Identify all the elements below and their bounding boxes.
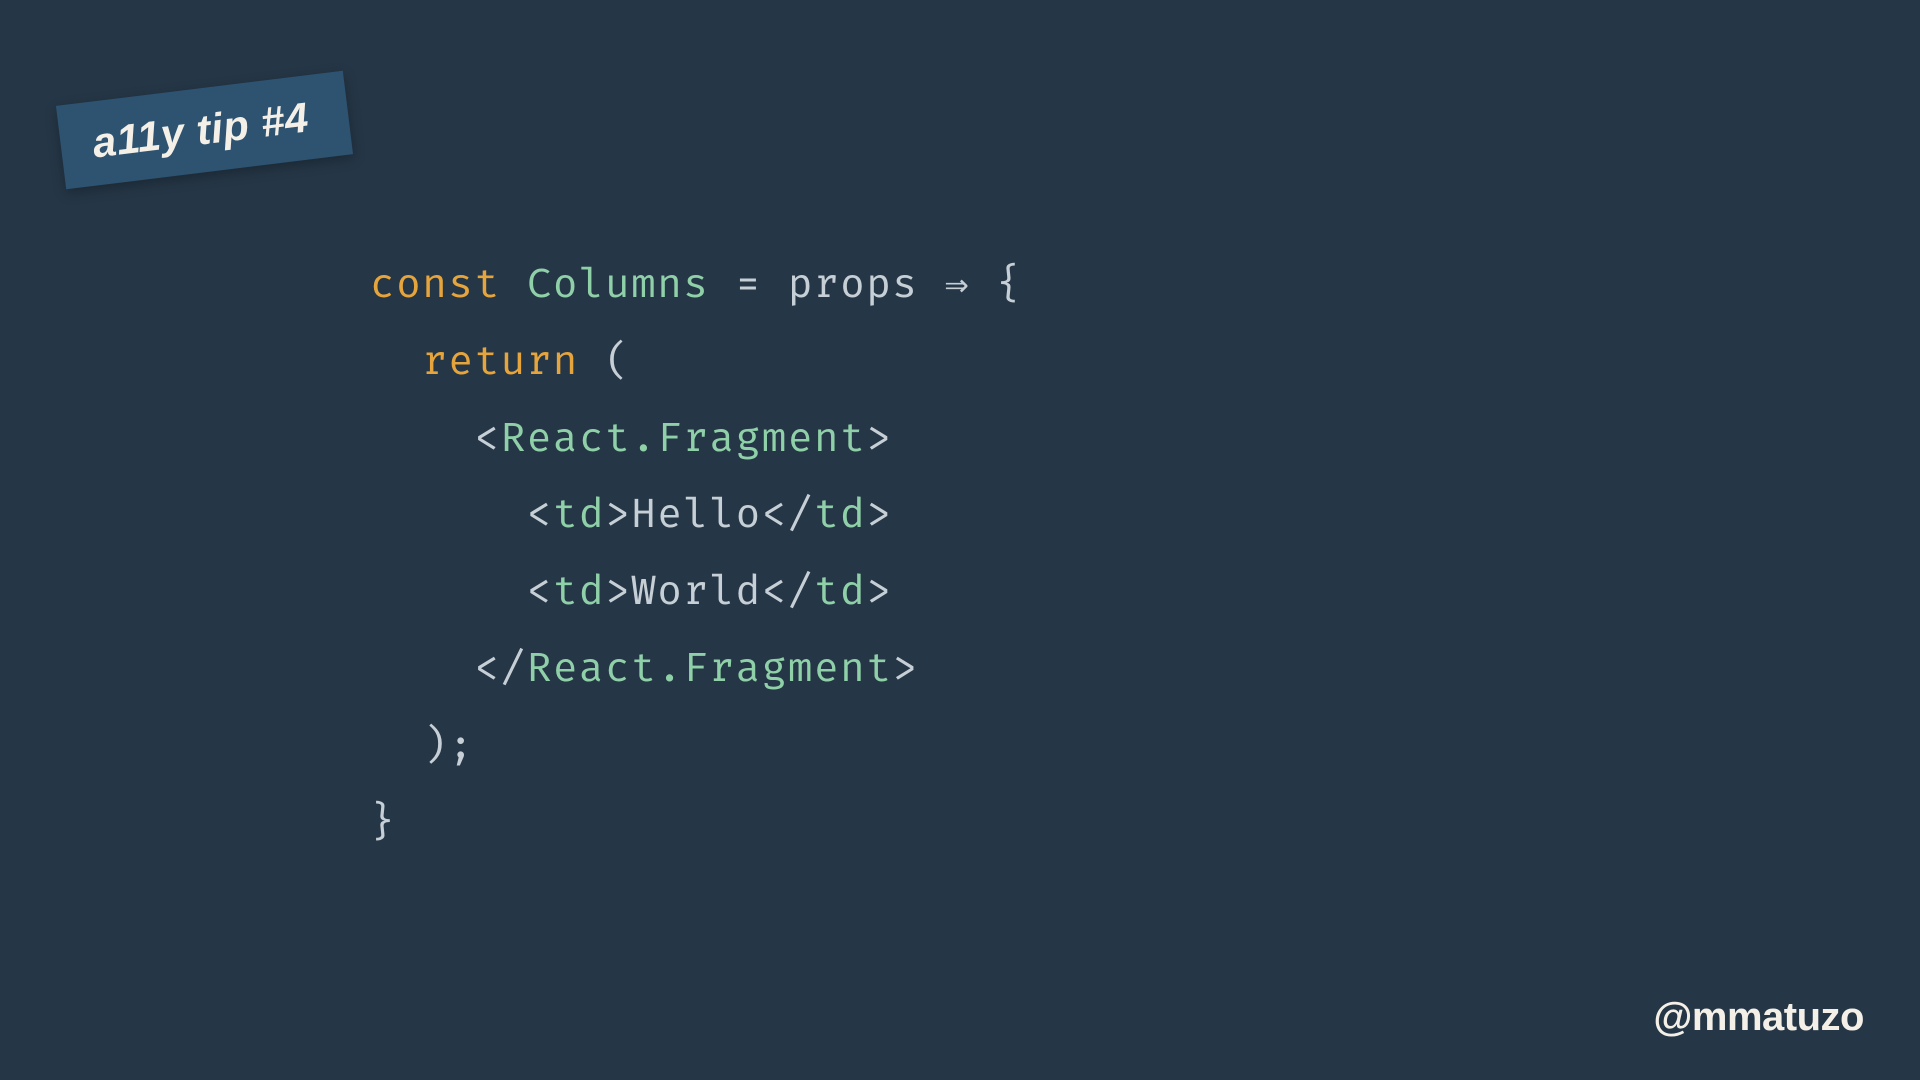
code-token: > <box>866 568 892 617</box>
code-token <box>501 261 527 310</box>
code-line: return ( <box>370 325 1022 402</box>
code-token: < <box>527 568 553 617</box>
code-token: </ <box>762 491 814 540</box>
code-token: td <box>553 568 605 617</box>
code-token: Columns <box>527 261 710 310</box>
code-block: const Columns = props ⇒ { return ( <Reac… <box>370 248 1022 862</box>
code-token: > <box>605 491 631 540</box>
code-token: } <box>370 799 396 848</box>
code-token: { <box>970 261 1022 310</box>
slide-badge-text: a11y tip #4 <box>90 93 311 166</box>
code-token: < <box>474 415 500 464</box>
code-token: React.Fragment <box>527 645 893 694</box>
code-line: <td>Hello</td> <box>370 478 1022 555</box>
code-token: td <box>814 491 866 540</box>
author-handle-text: @mmatuzo <box>1653 995 1864 1039</box>
code-token: ⇒ <box>945 261 971 310</box>
code-token: < <box>527 491 553 540</box>
code-line: } <box>370 786 1022 863</box>
code-line: <React.Fragment> <box>370 402 1022 479</box>
code-token <box>370 338 422 387</box>
code-token: React.Fragment <box>501 415 867 464</box>
code-token: > <box>866 491 892 540</box>
author-handle: @mmatuzo <box>1653 995 1864 1040</box>
code-token: > <box>866 415 892 464</box>
code-token: > <box>892 645 918 694</box>
code-token: Hello <box>631 491 762 540</box>
code-token: ); <box>370 722 474 771</box>
code-token: </ <box>762 568 814 617</box>
code-line: </React.Fragment> <box>370 632 1022 709</box>
code-token: props <box>788 261 919 310</box>
code-line: ); <box>370 709 1022 786</box>
code-token: World <box>631 568 762 617</box>
code-token <box>918 261 944 310</box>
code-token: return <box>422 338 579 387</box>
code-token: </ <box>474 645 526 694</box>
code-token <box>370 568 527 617</box>
code-token: = <box>710 261 788 310</box>
code-token: ( <box>579 338 631 387</box>
code-token <box>370 415 474 464</box>
code-token: td <box>553 491 605 540</box>
slide-badge: a11y tip #4 <box>56 71 353 190</box>
code-token <box>370 491 527 540</box>
code-token <box>370 645 474 694</box>
code-line: const Columns = props ⇒ { <box>370 248 1022 325</box>
code-token: td <box>814 568 866 617</box>
code-token: > <box>605 568 631 617</box>
code-line: <td>World</td> <box>370 555 1022 632</box>
code-token: const <box>370 261 501 310</box>
